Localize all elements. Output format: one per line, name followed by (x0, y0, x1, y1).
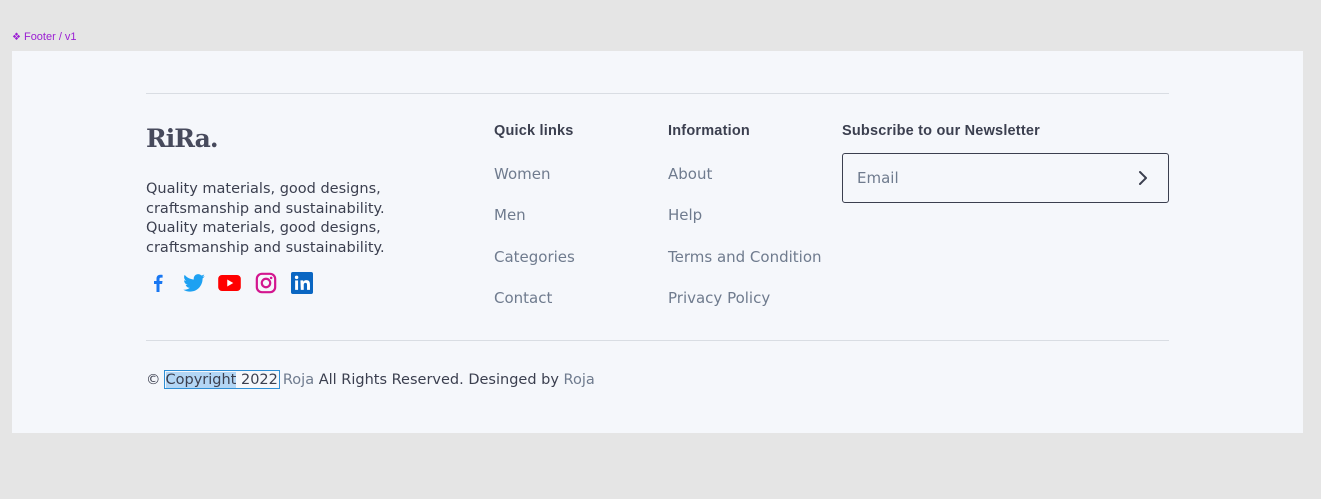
information-title: Information (668, 123, 750, 139)
link-about[interactable]: About (668, 165, 822, 206)
link-categories[interactable]: Categories (494, 248, 575, 289)
link-contact[interactable]: Contact (494, 289, 575, 330)
frame-label-text: Footer / v1 (23, 31, 77, 43)
link-men[interactable]: Men (494, 206, 575, 247)
facebook-icon[interactable] (146, 271, 169, 294)
copyright-line: © Copyright 2022 Roja All Rights Reserve… (146, 370, 595, 389)
social-links (146, 271, 313, 294)
linkedin-icon[interactable] (290, 271, 313, 294)
component-icon: ❖ (12, 31, 21, 43)
tagline: Quality materials, good designs, craftsm… (146, 181, 385, 257)
newsletter: Subscribe to our Newsletter (842, 123, 1169, 203)
logo[interactable]: RiRa. (146, 124, 219, 153)
information-links: Information About Help Terms and Conditi… (668, 123, 822, 330)
link-women[interactable]: Women (494, 165, 575, 206)
bottom-divider (146, 340, 1169, 341)
copyright-year: 2022 (240, 372, 278, 388)
quick-links: Quick links Women Men Categories Contact (494, 123, 575, 330)
email-form (842, 153, 1169, 203)
designer-link[interactable]: Roja (564, 372, 595, 388)
top-divider (146, 93, 1169, 94)
copyright-word: Copyright (165, 372, 237, 388)
email-input[interactable] (857, 169, 1097, 187)
chevron-right-icon[interactable] (1138, 170, 1148, 186)
quick-links-title: Quick links (494, 123, 574, 139)
link-terms[interactable]: Terms and Condition (668, 248, 822, 289)
newsletter-title: Subscribe to our Newsletter (842, 123, 1040, 139)
rights-text: All Rights Reserved. Desinged by (318, 371, 559, 388)
frame-label[interactable]: ❖ Footer / v1 (12, 31, 77, 43)
link-help[interactable]: Help (668, 206, 822, 247)
instagram-icon[interactable] (254, 271, 277, 294)
twitter-icon[interactable] (182, 271, 205, 294)
text-selection[interactable]: Copyright 2022 (163, 370, 280, 389)
owner-link[interactable]: Roja (283, 372, 314, 388)
footer: RiRa. Quality materials, good designs, c… (12, 51, 1303, 433)
link-privacy[interactable]: Privacy Policy (668, 289, 822, 330)
copyright-symbol: © (146, 371, 161, 388)
youtube-icon[interactable] (218, 271, 241, 294)
